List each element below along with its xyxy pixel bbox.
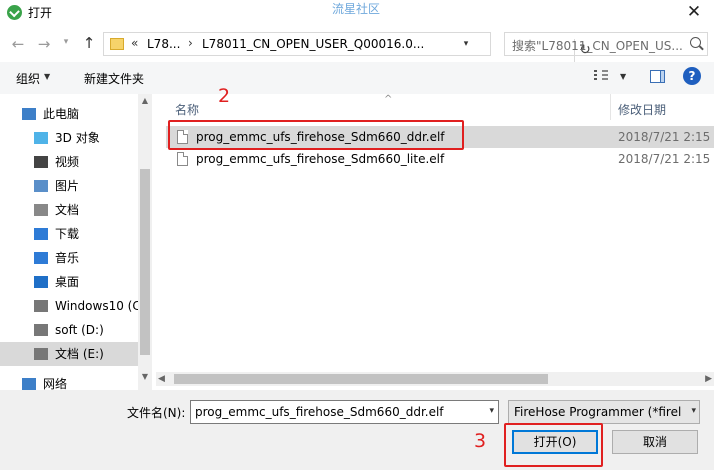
file-type-dropdown-icon[interactable]: ▾ <box>689 406 696 416</box>
sidebar-item[interactable]: 图片 <box>0 174 138 198</box>
up-arrow-icon[interactable]: ↑ <box>79 34 99 52</box>
preview-pane-icon[interactable] <box>650 70 665 83</box>
sidebar-item-label: 图片 <box>55 179 80 193</box>
sidebar-item[interactable]: 文档 (E:) <box>0 342 138 366</box>
scroll-up-icon[interactable]: ▲ <box>138 96 152 105</box>
file-date: 2018/7/21 2:15 <box>618 152 711 166</box>
sidebar-item-label: 视频 <box>55 155 80 169</box>
address-bar[interactable]: « L78... › L78011_CN_OPEN_USER_Q00016.0.… <box>103 32 591 63</box>
recent-locations-chevron-icon[interactable]: ▾ <box>59 37 73 47</box>
file-date: 2018/7/21 2:15 <box>618 130 711 144</box>
sidebar-item-label: 桌面 <box>55 275 80 289</box>
sidebar-item-label: 网络 <box>43 377 68 390</box>
watermark-text: 流星社区 <box>332 2 381 16</box>
horizontal-scrollbar[interactable]: ◀ ▶ <box>156 372 714 386</box>
download-icon <box>34 228 48 240</box>
help-icon[interactable]: ? <box>683 67 701 85</box>
file-type-select[interactable]: FireHose Programmer (*firel ▾ <box>508 400 700 424</box>
view-dropdown-icon[interactable]: ▼ <box>620 72 626 81</box>
forward-arrow-icon[interactable]: → <box>34 35 54 53</box>
search-input[interactable]: 搜索"L78011_CN_OPEN_US... <box>504 32 708 56</box>
address-overflow-icon[interactable]: « <box>131 36 138 50</box>
pictures-icon <box>34 180 48 192</box>
column-header-name[interactable]: 名称 <box>175 101 199 118</box>
toolbar: 组织 ▼ 新建文件夹 ▼ ? <box>0 62 714 94</box>
sidebar-item-label: 文档 (E:) <box>55 347 104 361</box>
filename-value: prog_emmc_ufs_firehose_Sdm660_ddr.elf <box>195 405 444 419</box>
organize-dropdown-icon[interactable]: ▼ <box>44 72 50 81</box>
sidebar-item[interactable]: 音乐 <box>0 246 138 270</box>
sort-indicator-icon: ^ <box>384 94 393 105</box>
filename-input[interactable]: prog_emmc_ufs_firehose_Sdm660_ddr.elf ▾ <box>190 400 499 424</box>
sidebar-item[interactable]: 桌面 <box>0 270 138 294</box>
3d-objects-icon <box>34 132 48 144</box>
computer-icon <box>22 108 36 120</box>
view-options-icon[interactable] <box>594 70 608 82</box>
sidebar-item[interactable]: 文档 <box>0 198 138 222</box>
sidebar-item-label: Windows10 (C: <box>55 299 145 313</box>
scroll-down-icon[interactable]: ▼ <box>138 372 152 381</box>
sidebar-item[interactable]: Windows10 (C: <box>0 294 145 318</box>
column-divider[interactable] <box>610 94 611 120</box>
scrollbar-thumb[interactable] <box>174 374 548 384</box>
folder-icon <box>110 38 124 50</box>
sidebar-item-label: 下载 <box>55 227 80 241</box>
highlight-box-file <box>168 120 464 150</box>
drive-icon <box>34 324 48 336</box>
dialog-footer: 文件名(N): prog_emmc_ufs_firehose_Sdm660_dd… <box>0 390 714 470</box>
scroll-left-icon[interactable]: ◀ <box>158 372 165 386</box>
navigation-pane: 此电脑 3D 对象视频图片文档下载音乐桌面 Windows10 (C: soft (D… <box>0 94 152 390</box>
sidebar-item[interactable]: 视频 <box>0 150 138 174</box>
desktop-icon <box>34 276 48 288</box>
sidebar-item[interactable]: 下载 <box>0 222 138 246</box>
sidebar-item-label: soft (D:) <box>55 323 104 337</box>
app-icon <box>7 5 22 20</box>
step-number-annotation: 2 <box>218 85 231 107</box>
filename-label: 文件名(N): <box>127 406 186 420</box>
scroll-right-icon[interactable]: ▶ <box>705 372 712 386</box>
music-icon <box>34 252 48 264</box>
scrollbar-thumb[interactable] <box>140 169 150 355</box>
step-number-annotation: 3 <box>474 430 487 452</box>
file-type-value: FireHose Programmer (*firel <box>514 405 682 419</box>
search-icon[interactable] <box>690 37 701 48</box>
new-folder-button[interactable]: 新建文件夹 <box>84 70 144 87</box>
address-dropdown-icon[interactable]: ▾ <box>459 35 473 53</box>
column-header-date[interactable]: 修改日期 <box>618 101 666 118</box>
sidebar-item-label: 3D 对象 <box>55 131 100 145</box>
sidebar-item[interactable]: soft (D:) <box>0 318 138 342</box>
breadcrumb-separator-icon[interactable]: › <box>188 36 193 50</box>
sidebar-item[interactable]: 此电脑 <box>0 102 138 126</box>
file-name: prog_emmc_ufs_firehose_Sdm660_lite.elf <box>196 152 445 166</box>
close-icon[interactable]: ✕ <box>674 0 714 26</box>
documents-icon <box>34 204 48 216</box>
filename-dropdown-icon[interactable]: ▾ <box>489 406 494 416</box>
window-title: 打开 <box>28 6 53 20</box>
nav-scrollbar[interactable]: ▲ ▼ <box>138 94 152 390</box>
sidebar-item[interactable]: 网络 <box>0 372 138 390</box>
sidebar-item-label: 音乐 <box>55 251 80 265</box>
sidebar-item[interactable]: 3D 对象 <box>0 126 138 150</box>
title-bar: 打开 流星社区 ✕ <box>0 0 714 26</box>
cancel-button[interactable]: 取消 <box>612 430 698 454</box>
drive-icon <box>34 348 48 360</box>
file-row[interactable]: prog_emmc_ufs_firehose_Sdm660_lite.elf 20… <box>166 148 714 170</box>
sidebar-item-label: 此电脑 <box>43 107 80 121</box>
back-arrow-icon[interactable]: ← <box>8 35 28 53</box>
search-placeholder: 搜索"L78011_CN_OPEN_US... <box>512 39 683 53</box>
network-icon <box>22 378 36 390</box>
breadcrumb-segment[interactable]: L78011_CN_OPEN_USER_Q00016.0... <box>202 37 424 51</box>
navigation-bar: ← → ▾ ↑ « L78... › L78011_CN_OPEN_USER_Q… <box>0 26 714 63</box>
organize-button[interactable]: 组织 <box>16 70 40 87</box>
drive-windows-icon <box>34 300 48 312</box>
breadcrumb-segment[interactable]: L78... <box>147 37 180 51</box>
sidebar-item-label: 文档 <box>55 203 80 217</box>
file-icon <box>177 152 188 166</box>
highlight-box-open <box>504 423 603 467</box>
video-icon <box>34 156 48 168</box>
